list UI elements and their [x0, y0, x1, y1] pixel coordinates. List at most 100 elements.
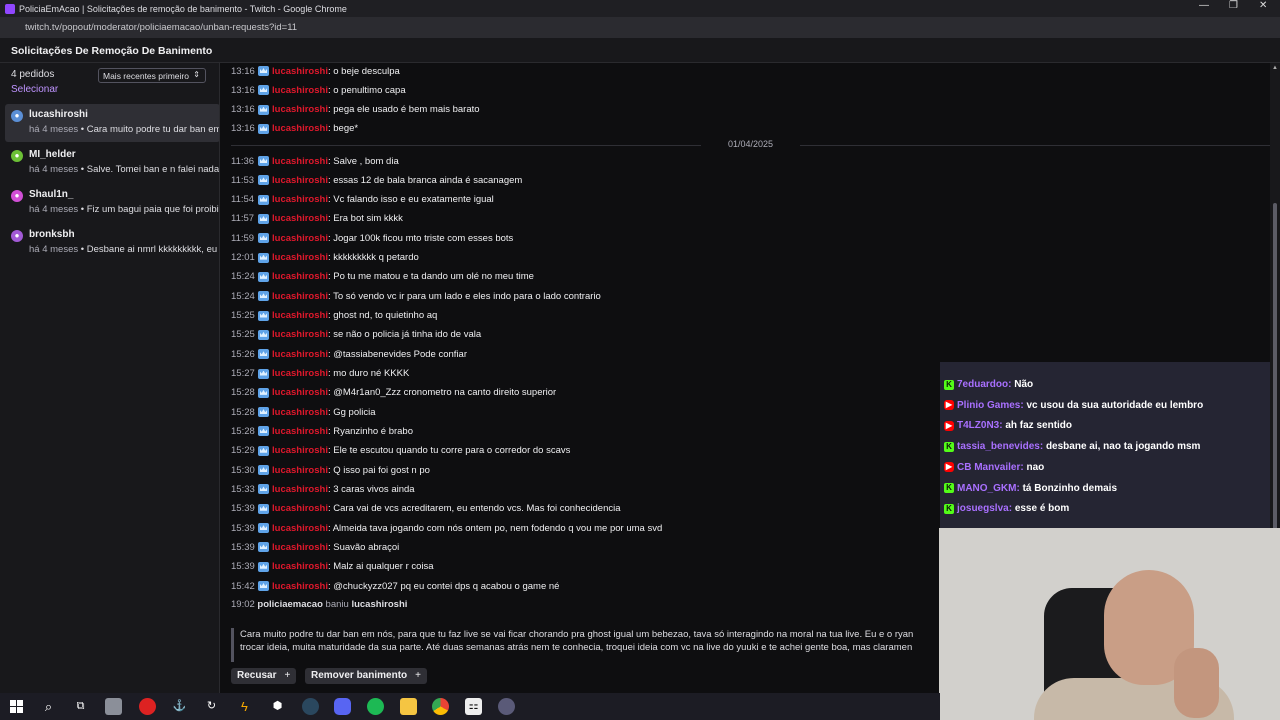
chat-message: 15:30 lucashiroshi: Q isso pai foi gost n…: [231, 463, 430, 477]
message-username[interactable]: lucashiroshi: [272, 252, 328, 263]
chat-message: 15:39 lucashiroshi: Almeida tava jogando …: [231, 521, 662, 535]
message-text: : To só vendo vc ir para um lado e eles …: [327, 290, 601, 302]
overlay-chat-message: ▶ CB Manvailer: nao: [944, 461, 1045, 473]
search-icon[interactable]: ⌕: [40, 698, 57, 715]
close-button[interactable]: ✕: [1259, 0, 1267, 11]
ban-target[interactable]: lucashiroshi: [351, 599, 407, 610]
message-username[interactable]: lucashiroshi: [272, 387, 328, 398]
message-username[interactable]: lucashiroshi: [272, 123, 328, 134]
chevron-updown-icon: ⇕: [193, 70, 200, 79]
chat-message: 15:24 lucashiroshi: Po tu me matou e ta d…: [231, 270, 534, 284]
message-username[interactable]: lucashiroshi: [272, 407, 328, 418]
file-app-icon[interactable]: [105, 698, 122, 715]
windows-start-icon[interactable]: [8, 698, 25, 715]
message-time: 15:24: [231, 271, 255, 283]
file-explorer-icon[interactable]: [400, 698, 417, 715]
message-username[interactable]: lucashiroshi: [272, 368, 328, 379]
request-item[interactable]: ● lucashiroshi há 4 meses • Cara muito pod…: [5, 104, 219, 142]
chat-message: 11:53 lucashiroshi: essas 12 de bala bran…: [231, 173, 522, 187]
request-item[interactable]: ● Shaul1n_ há 4 meses • Fiz um bagui paia …: [5, 184, 219, 222]
kick-icon: K: [944, 483, 954, 493]
message-username[interactable]: lucashiroshi: [272, 233, 328, 244]
app-c-icon[interactable]: ϟ: [236, 698, 253, 715]
message-username[interactable]: lucashiroshi: [272, 561, 328, 572]
request-time: há 4 meses: [29, 204, 79, 215]
record-app-icon[interactable]: [139, 698, 156, 715]
message-username[interactable]: lucashiroshi: [272, 581, 328, 592]
task-view-icon[interactable]: ⧉: [72, 698, 89, 715]
message-username[interactable]: lucashiroshi: [272, 349, 328, 360]
message-username[interactable]: lucashiroshi: [272, 66, 328, 77]
message-username[interactable]: lucashiroshi: [272, 484, 328, 495]
message-username[interactable]: lucashiroshi: [272, 426, 328, 437]
message-username[interactable]: lucashiroshi: [272, 523, 328, 534]
chat-message: 15:26 lucashiroshi: @tassiabenevides Pode…: [231, 347, 467, 361]
app-a-icon[interactable]: ⚓: [171, 698, 188, 715]
crown-badge-icon: [258, 445, 269, 456]
scroll-up-arrow-icon[interactable]: ▲: [1272, 65, 1278, 71]
message-username[interactable]: lucashiroshi: [272, 542, 328, 553]
user-avatar-icon: ●: [11, 110, 23, 122]
overlay-username: T4LZ0N3: [957, 420, 1000, 432]
chrome-icon[interactable]: [432, 698, 449, 715]
message-username[interactable]: lucashiroshi: [272, 175, 328, 186]
app-f-icon[interactable]: [498, 698, 515, 715]
message-text: : Q isso pai foi gost n po: [327, 464, 430, 476]
request-item[interactable]: ● MI_helder há 4 meses • Salve. Tomei ban …: [5, 144, 219, 182]
message-username[interactable]: lucashiroshi: [272, 465, 328, 476]
spotify-icon[interactable]: [367, 698, 384, 715]
message-username[interactable]: lucashiroshi: [272, 213, 328, 224]
window-titlebar: PoliciaEmAcao | Solicitações de remoção …: [0, 0, 1280, 17]
chat-message: 15:39 lucashiroshi: Suavão abraçoi: [231, 540, 399, 554]
request-meta: há 4 meses • Desbane ai nmrl kkkkkkkkk, …: [29, 244, 218, 255]
message-time: 13:16: [231, 104, 255, 116]
app-d-icon[interactable]: ⬢: [269, 698, 286, 715]
message-username[interactable]: lucashiroshi: [272, 194, 328, 205]
date-divider: 01/04/2025: [231, 139, 1270, 151]
request-meta: há 4 meses • Fiz um bagui paia que foi p…: [29, 204, 219, 215]
request-item[interactable]: ● bronksbh há 4 meses • Desbane ai nmrl kk…: [5, 224, 219, 262]
chat-message: 13:16 lucashiroshi: bege*: [231, 122, 358, 136]
message-time: 15:39: [231, 541, 255, 553]
message-username[interactable]: lucashiroshi: [272, 329, 328, 340]
deny-button[interactable]: Recusar +: [231, 668, 297, 684]
ban-moderator[interactable]: policiaemacao: [257, 599, 322, 610]
sort-label: Mais recentes primeiro: [103, 71, 189, 81]
message-text: : Almeida tava jogando com nós ontem po,…: [327, 522, 663, 534]
overlay-message: vc usou da sua autoridade eu lembro: [1026, 399, 1204, 411]
steam-icon[interactable]: [302, 698, 319, 715]
youtube-icon: ▶: [944, 400, 954, 411]
sort-dropdown[interactable]: Mais recentes primeiro ⇕: [98, 68, 206, 83]
overlay-chat-message: K MANO_GKM: tá Bonzinho demais: [944, 483, 1117, 494]
message-text: : 3 caras vivos ainda: [327, 483, 415, 495]
app-b-icon[interactable]: ↻: [203, 698, 220, 715]
plus-icon: +: [415, 670, 421, 681]
message-username[interactable]: lucashiroshi: [272, 291, 328, 302]
message-username[interactable]: lucashiroshi: [272, 85, 328, 96]
message-username[interactable]: lucashiroshi: [272, 104, 328, 115]
app-e-icon[interactable]: ⚏: [465, 698, 482, 715]
message-username[interactable]: lucashiroshi: [272, 310, 328, 321]
crown-badge-icon: [258, 310, 269, 321]
unban-button[interactable]: Remover banimento +: [305, 668, 427, 684]
stream-chat-overlay: K 7eduardoo: Não ▶ Plinio Games: vc usou da…: [940, 362, 1270, 528]
message-username[interactable]: lucashiroshi: [272, 156, 328, 167]
discord-icon[interactable]: [334, 698, 351, 715]
overlay-chat-message: Kjosuegslva: esse é bom: [944, 503, 1069, 514]
message-time: 15:39: [231, 561, 255, 573]
select-link[interactable]: Selecionar: [11, 84, 58, 95]
message-line-2: trocar ideia, muita maturidade da sua pa…: [240, 642, 913, 653]
overlay-message: esse é bom: [1014, 503, 1070, 515]
crown-badge-icon: [258, 407, 269, 418]
crown-badge-icon: [258, 156, 269, 166]
address-bar[interactable]: twitch.tv/popout/moderator/policiaemacao…: [0, 17, 1280, 38]
message-username[interactable]: lucashiroshi: [272, 271, 328, 282]
message-time: 11:59: [231, 232, 255, 244]
restore-button[interactable]: ❐: [1229, 0, 1238, 11]
chat-message: 15:25 lucashiroshi: ghost nd, to quietinh…: [231, 309, 437, 323]
message-text: : Cara vai de vcs acreditarem, eu entend…: [327, 503, 621, 515]
overlay-message: desbane ai, nao ta jogando msm: [1045, 441, 1201, 453]
message-username[interactable]: lucashiroshi: [272, 503, 328, 514]
minimize-button[interactable]: —: [1199, 0, 1209, 11]
message-username[interactable]: lucashiroshi: [272, 445, 328, 456]
